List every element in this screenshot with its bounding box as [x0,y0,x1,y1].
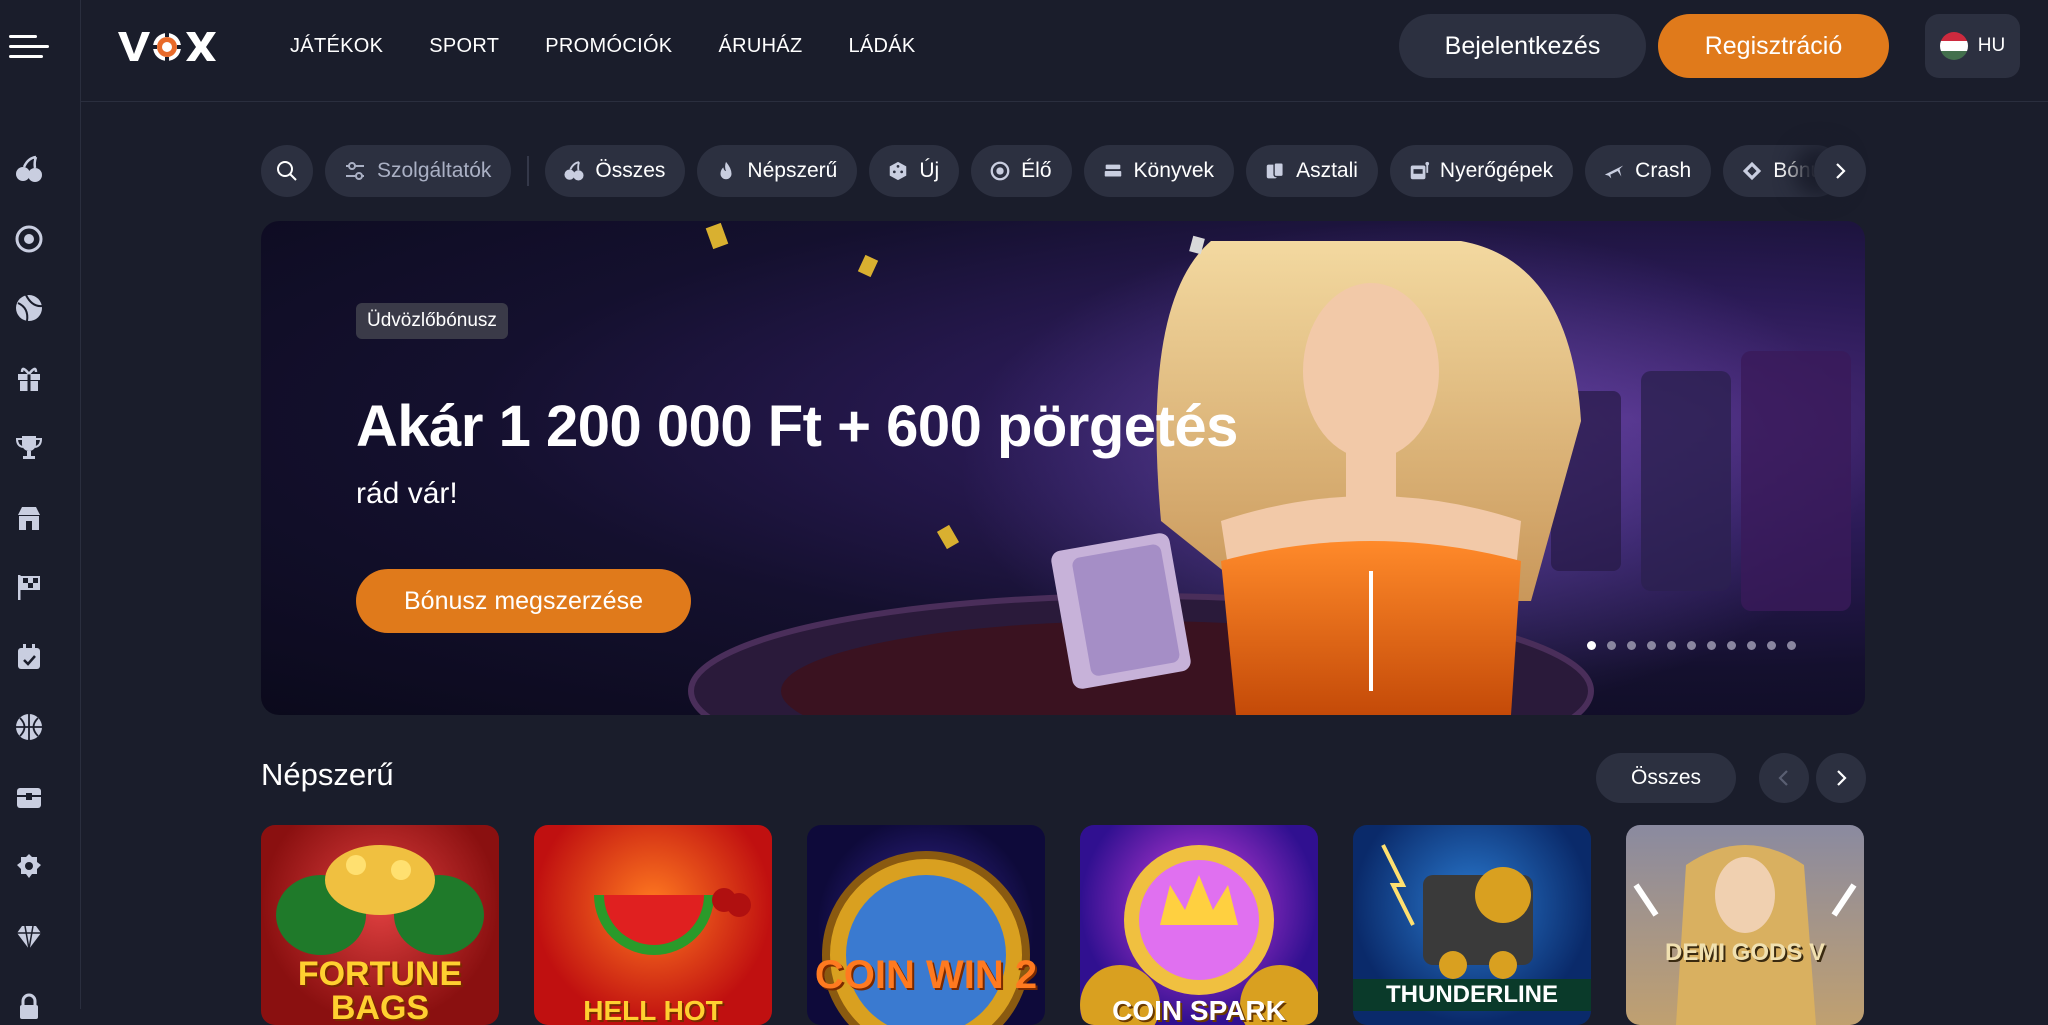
filter-new[interactable]: Új [869,145,960,197]
game-card[interactable]: HELL HOT [534,825,772,1025]
game-card[interactable]: COIN WIN 2 [807,825,1045,1025]
popular-section-title: Népszerű [261,757,394,792]
fire-icon [720,161,732,180]
filter-crash[interactable]: Crash [1585,145,1712,197]
game-card[interactable]: COIN SPARK [1080,825,1318,1025]
carousel-dot[interactable] [1647,641,1656,650]
providers-label: Szolgáltatók [377,159,492,182]
hungary-flag-icon [1939,32,1968,60]
popular-prev-button[interactable] [1759,753,1809,803]
dice-icon [890,161,907,181]
nav-promotions[interactable]: PROMÓCIÓK [545,35,672,58]
popular-next-button[interactable] [1816,753,1866,803]
nav-store[interactable]: ÁRUHÁZ [718,35,802,58]
filter-label: Új [919,159,940,182]
register-button[interactable]: Regisztráció [1658,14,1889,78]
filter-label: Élő [1021,159,1052,182]
calendar-icon[interactable] [12,640,46,674]
bonus-icon [1743,161,1762,181]
nav-sport[interactable]: SPORT [429,35,499,58]
store-icon[interactable] [12,501,46,535]
carousel-dots [1587,641,1796,650]
category-filters: Szolgáltatók Összes Népszerű Új Élő Köny… [261,145,1865,197]
chevron-left-icon [1778,770,1788,786]
carousel-dot[interactable] [1747,641,1756,650]
main-nav: JÁTÉKOK SPORT PROMÓCIÓK ÁRUHÁZ LÁDÁK [290,0,916,93]
filter-books[interactable]: Könyvek [1083,145,1235,197]
promo-banner[interactable]: Üdvözlőbónusz Akár 1 200 000 Ft + 600 pö… [261,221,1865,715]
search-icon [277,161,297,181]
lock-icon[interactable] [12,990,46,1024]
filter-divider [527,156,530,186]
carousel-dot[interactable] [1727,641,1736,650]
filter-label: Asztali [1296,159,1358,182]
nav-games[interactable]: JÁTÉKOK [290,35,383,58]
language-code: HU [1977,35,2006,56]
race-flag-icon[interactable] [12,570,46,604]
show-all-button[interactable]: Összes [1596,753,1736,803]
carousel-dot[interactable] [1687,641,1696,650]
game-card[interactable]: THUNDERLINE [1353,825,1591,1025]
filter-live[interactable]: Élő [971,145,1072,197]
filter-label: Könyvek [1133,159,1215,182]
badge-icon[interactable] [12,850,46,884]
cherry-icon [564,161,584,181]
chevron-right-icon [1837,770,1847,786]
carousel-dot[interactable] [1787,641,1796,650]
sliders-icon [346,162,364,180]
game-title: THUNDERLINE [1353,979,1591,1011]
basketball-icon[interactable] [12,710,46,744]
trophy-icon[interactable] [12,430,46,464]
popular-games-row: FORTUNE BAGS HELL HOT COIN WIN 2 COIN SP… [261,825,1864,1025]
carousel-dot[interactable] [1607,641,1616,650]
game-thumbnail [1633,845,1857,1025]
game-title: COIN SPARK [1112,995,1286,1025]
live-casino-icon[interactable] [12,222,46,256]
game-title: DEMI GODS V [1664,939,1826,966]
search-button[interactable] [261,145,313,197]
providers-filter[interactable]: Szolgáltatók [325,145,512,197]
menu-icon[interactable] [9,32,49,62]
carousel-dot[interactable] [1627,641,1636,650]
slot-machine-icon [1410,161,1430,180]
books-icon [1104,164,1121,177]
sports-ball-icon[interactable] [12,291,46,325]
sidebar [0,0,81,1019]
carousel-dot[interactable] [1667,641,1676,650]
filter-label: Összes [595,159,666,182]
plane-icon [1604,165,1624,179]
filter-table[interactable]: Asztali [1246,145,1378,197]
gift-icon[interactable] [12,361,46,395]
chest-icon[interactable] [12,780,46,814]
game-title: COIN WIN 2 [814,953,1038,997]
live-icon [990,161,1010,181]
game-card[interactable]: FORTUNE BAGS [261,825,499,1025]
carousel-dot[interactable] [1707,641,1716,650]
filters-next-button[interactable] [1814,145,1866,197]
banner-headline: Akár 1 200 000 Ft + 600 pörgetés [356,394,1238,459]
filter-label: Népszerű [747,159,838,182]
game-title: HELL HOT [583,995,723,1025]
login-button[interactable]: Bejelentkezés [1399,14,1646,78]
vox-logo[interactable]: VOX [116,26,220,66]
diamond-icon[interactable] [12,920,46,954]
nav-chests[interactable]: LÁDÁK [848,35,915,58]
carousel-dot[interactable] [1587,641,1596,650]
game-title: FORTUNE BAGS [297,955,463,1025]
filter-label: Nyerőgépek [1439,159,1554,182]
filter-label: Crash [1635,159,1692,182]
carousel-dot[interactable] [1767,641,1776,650]
game-card[interactable]: DEMI GODS V [1626,825,1864,1025]
claim-bonus-button[interactable]: Bónusz megszerzése [356,569,691,633]
filter-all[interactable]: Összes [545,145,686,197]
filter-slots[interactable]: Nyerőgépek [1389,145,1574,197]
cherry-icon[interactable] [12,152,46,186]
language-selector[interactable]: HU [1925,14,2020,78]
cards-icon [1266,162,1284,179]
chevron-right-icon [1836,163,1846,179]
filter-popular[interactable]: Népszerű [697,145,858,197]
welcome-bonus-badge: Üdvözlőbónusz [356,303,508,339]
banner-subline: rád vár! [356,477,458,510]
